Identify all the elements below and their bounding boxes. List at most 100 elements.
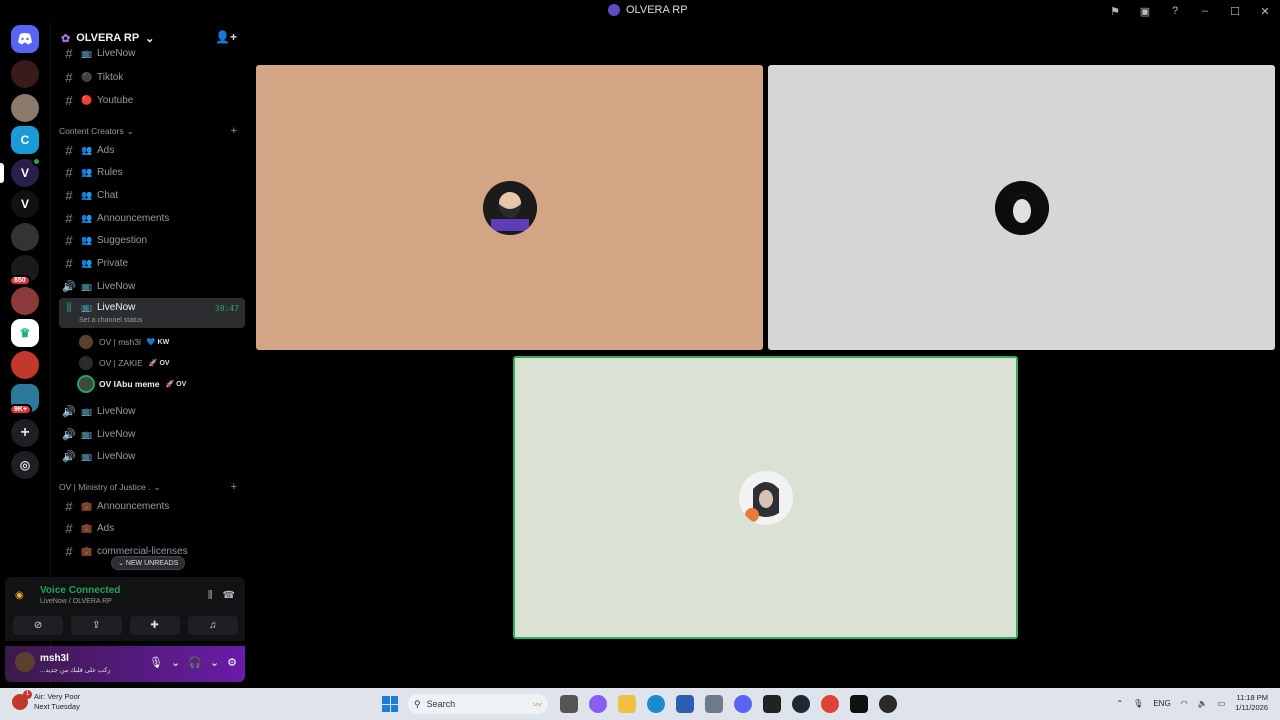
channel-item[interactable]: # 📺 LiveNow bbox=[59, 46, 245, 60]
server-icon[interactable] bbox=[11, 287, 39, 315]
voice-channel[interactable]: 🔊 📺 LiveNow bbox=[59, 401, 245, 421]
taskbar-search[interactable]: ⚲ Search 〰 bbox=[408, 694, 548, 714]
server-folder-icon[interactable]: 9K+ bbox=[9, 384, 39, 415]
gear-icon[interactable]: ⚙ bbox=[227, 656, 237, 669]
hash-icon: # bbox=[65, 69, 73, 85]
microphone-icon[interactable]: 🎙 bbox=[1133, 699, 1143, 708]
voice-status[interactable]: Voice Connected bbox=[40, 585, 120, 596]
language-indicator[interactable]: ENG bbox=[1153, 699, 1170, 708]
camera-icon[interactable] bbox=[705, 695, 723, 713]
server-icon[interactable]: 850 bbox=[9, 255, 39, 286]
headphones-icon[interactable]: 🎧 bbox=[188, 656, 202, 669]
create-channel-icon[interactable]: + bbox=[231, 481, 237, 493]
participant-tile[interactable] bbox=[768, 65, 1275, 350]
channel-item[interactable]: # 👥 Private bbox=[59, 253, 245, 273]
screen-share-icon[interactable]: ▣ bbox=[1130, 2, 1160, 20]
user-name[interactable]: msh3l bbox=[40, 653, 69, 664]
minimize-button[interactable]: – bbox=[1190, 2, 1220, 20]
channel-emoji: 👥 bbox=[81, 257, 93, 268]
chrome-icon[interactable] bbox=[821, 695, 839, 713]
discord-home-icon[interactable] bbox=[11, 25, 39, 53]
tv-icon: 📺 bbox=[81, 302, 93, 312]
channel-item[interactable]: # 👥 Chat bbox=[59, 185, 245, 205]
server-icon[interactable]: C bbox=[11, 126, 39, 154]
clock[interactable]: 11:18 PM 1/11/2026 bbox=[1235, 693, 1268, 713]
channel-name: LiveNow bbox=[97, 450, 136, 462]
channel-item[interactable]: # 👥 Suggestion bbox=[59, 230, 245, 250]
new-unreads-pill[interactable]: ⌄ NEW UNREADS bbox=[111, 556, 186, 570]
maximize-button[interactable]: ☐ bbox=[1220, 2, 1250, 20]
app-icon[interactable] bbox=[879, 695, 897, 713]
add-server-icon[interactable]: + bbox=[11, 419, 39, 447]
chevron-down-icon[interactable]: ⌄ bbox=[210, 656, 219, 669]
voice-member[interactable]: OV | msh3l 💙 KW bbox=[79, 333, 169, 351]
connection-quality-icon[interactable]: ◉ bbox=[15, 590, 24, 601]
voice-channel[interactable]: 🔊 📺 LiveNow bbox=[59, 446, 245, 466]
soundboard-button[interactable]: ♫ bbox=[187, 616, 238, 635]
speaker-icon[interactable]: 🔈 bbox=[1198, 699, 1208, 708]
channel-name: LiveNow bbox=[97, 280, 136, 292]
server-icon[interactable] bbox=[11, 223, 39, 251]
server-icon[interactable] bbox=[11, 351, 39, 379]
wifi-icon[interactable]: ◠ bbox=[1181, 699, 1188, 708]
server-icon[interactable]: V bbox=[11, 157, 41, 187]
help-icon[interactable]: ? bbox=[1160, 2, 1190, 20]
member-name: OV | ZAKIE bbox=[99, 358, 143, 368]
server-icon[interactable] bbox=[11, 94, 39, 122]
server-icon[interactable]: ♛ bbox=[11, 319, 39, 347]
voice-channel[interactable]: 🔊 📺 LiveNow bbox=[59, 276, 245, 296]
terminal-icon[interactable] bbox=[850, 695, 868, 713]
channel-item[interactable]: # 💼 Announcements bbox=[59, 496, 245, 516]
voice-channel[interactable]: 🔊 📺 LiveNow bbox=[59, 424, 245, 444]
noise-suppression-icon[interactable]: ⫼ bbox=[208, 590, 213, 601]
activities-button[interactable]: ✚ bbox=[129, 616, 180, 635]
category-header[interactable]: Content Creators ⌄ + bbox=[59, 123, 245, 139]
server-icon[interactable] bbox=[11, 60, 39, 88]
inbox-icon[interactable]: ⚑ bbox=[1100, 2, 1130, 20]
channel-item[interactable]: # ⚫ Tiktok bbox=[59, 67, 245, 87]
edge-icon[interactable] bbox=[647, 695, 665, 713]
calculator-icon[interactable] bbox=[676, 695, 694, 713]
channel-item[interactable]: # 💼 Ads bbox=[59, 518, 245, 538]
participant-tile-speaking[interactable] bbox=[513, 356, 1018, 639]
channel-status[interactable]: Set a channel status bbox=[79, 317, 142, 324]
battery-icon[interactable]: ▭ bbox=[1218, 699, 1226, 708]
file-explorer-icon[interactable] bbox=[618, 695, 636, 713]
voice-location[interactable]: LiveNow / OLVERA RP bbox=[40, 598, 112, 605]
copilot-icon[interactable] bbox=[589, 695, 607, 713]
search-highlight-icon: 〰 bbox=[532, 699, 542, 710]
microphone-icon[interactable]: 🎙 bbox=[149, 656, 163, 669]
chevron-up-icon[interactable]: ⌃ bbox=[1116, 699, 1123, 708]
screen-share-button[interactable]: ⇪ bbox=[71, 616, 122, 635]
channel-emoji: 🔴 bbox=[81, 94, 93, 105]
close-button[interactable]: ✕ bbox=[1250, 2, 1280, 20]
channel-item[interactable]: # 👥 Announcements bbox=[59, 208, 245, 228]
weather-widget[interactable]: 1 Air: Very Poor Next Tuesday bbox=[12, 690, 80, 712]
category-header[interactable]: OV | Ministry of Justice . ⌄ + bbox=[59, 479, 245, 495]
voice-channel-active[interactable]: ⫼ 📺 LiveNow 39:47 Set a channel status bbox=[59, 298, 245, 328]
avatar[interactable] bbox=[15, 652, 35, 672]
server-icon[interactable]: V bbox=[11, 190, 39, 218]
channel-item[interactable]: # 🔴 Youtube bbox=[59, 90, 245, 110]
steam-icon[interactable] bbox=[792, 695, 810, 713]
camera-off-button[interactable]: ⊘ bbox=[13, 616, 64, 635]
chevron-down-icon[interactable]: ⌄ bbox=[171, 656, 180, 669]
invite-icon[interactable]: 👤+ bbox=[215, 30, 237, 44]
participant-tile[interactable] bbox=[256, 65, 763, 350]
avatar bbox=[79, 356, 93, 370]
discover-icon[interactable]: ◎ bbox=[11, 451, 39, 479]
window-title: OLVERA RP bbox=[608, 4, 688, 16]
windows-start-icon[interactable] bbox=[382, 696, 398, 712]
voice-member[interactable]: OV | ZAKIE 🚀 OV bbox=[79, 354, 170, 372]
voice-member-speaking[interactable]: OV lAbu meme 🚀 OV bbox=[79, 375, 186, 393]
task-view-icon[interactable] bbox=[560, 695, 578, 713]
channel-item[interactable]: # 👥 Ads bbox=[59, 140, 245, 160]
member-name: OV | msh3l bbox=[99, 337, 141, 347]
disconnect-icon[interactable]: ☎ bbox=[223, 590, 235, 601]
epic-games-icon[interactable] bbox=[763, 695, 781, 713]
title-bar: OLVERA RP ⚑ ▣ ? – ☐ ✕ bbox=[0, 0, 1280, 22]
discord-icon[interactable] bbox=[734, 695, 752, 713]
channel-emoji: 💼 bbox=[81, 500, 93, 511]
channel-item[interactable]: # 👥 Rules bbox=[59, 162, 245, 182]
create-channel-icon[interactable]: + bbox=[231, 125, 237, 137]
